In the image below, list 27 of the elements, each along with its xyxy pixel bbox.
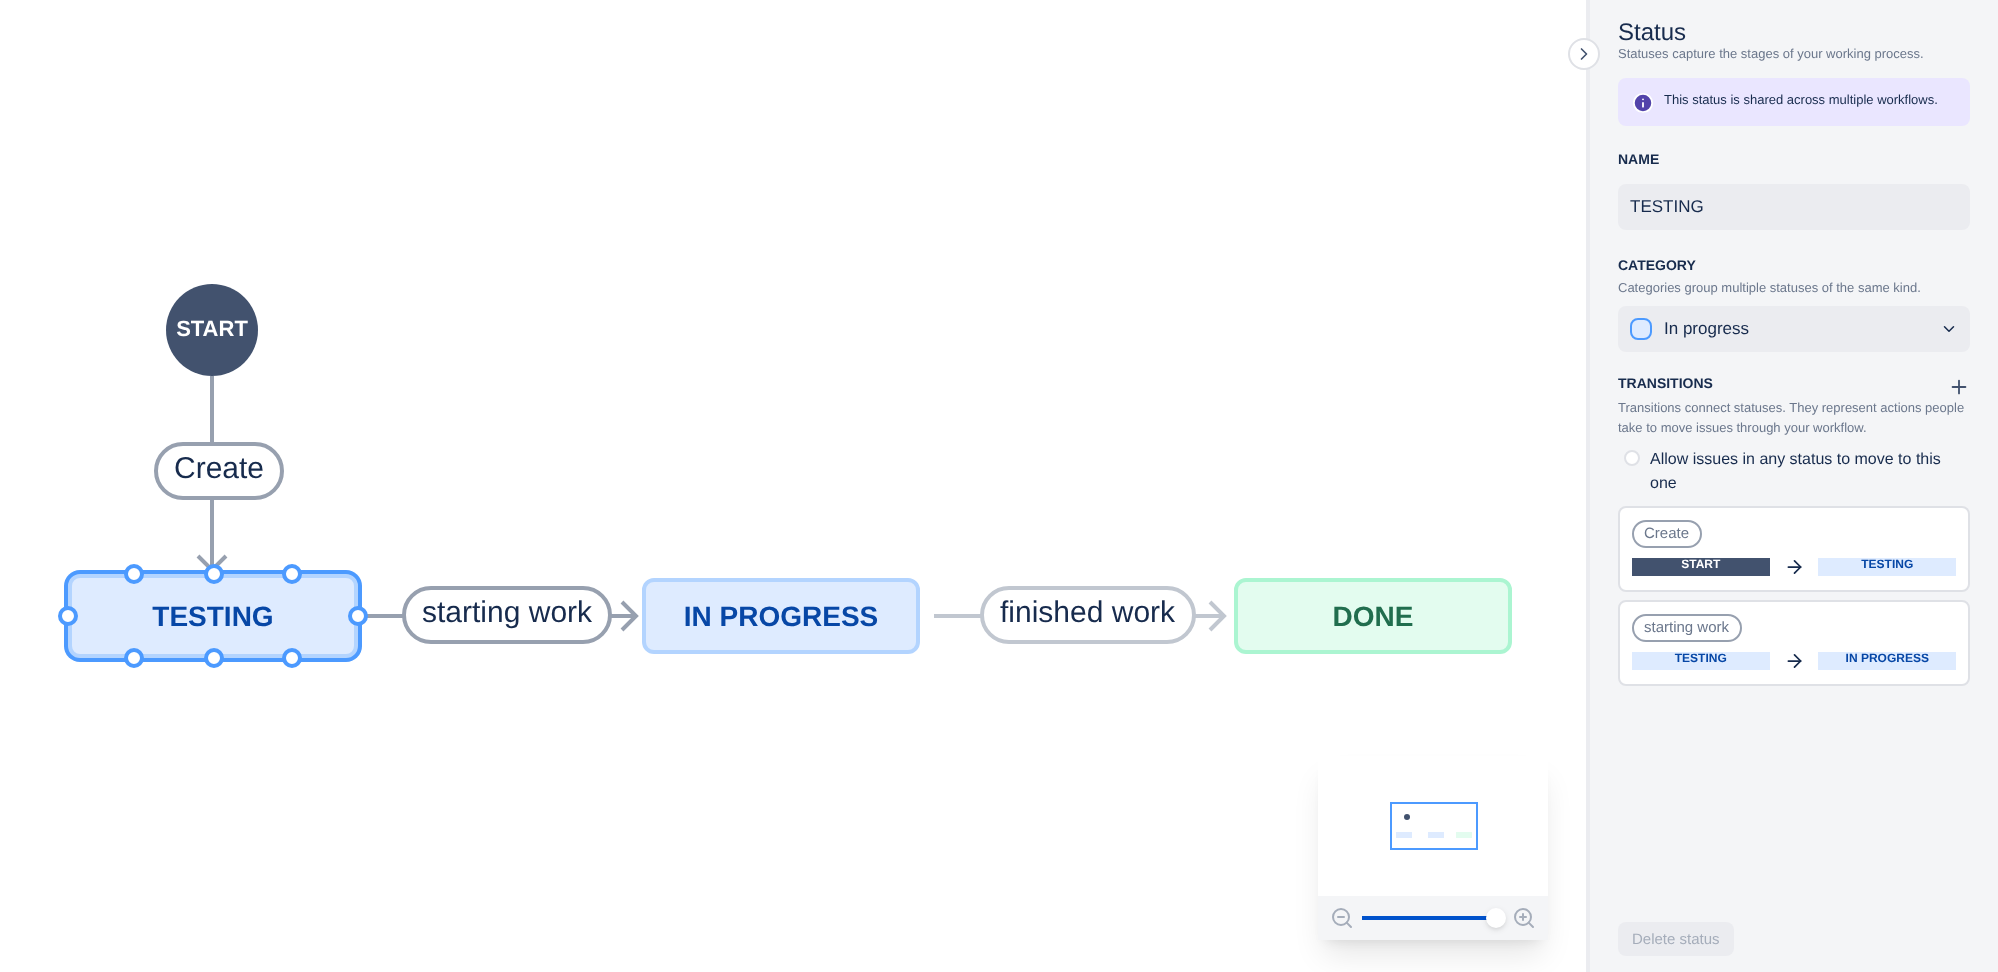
status-node[interactable]: TESTING xyxy=(68,574,358,658)
status-node[interactable]: DONE xyxy=(1234,578,1512,654)
status-node[interactable]: IN PROGRESS xyxy=(642,578,920,654)
chevron-down-icon xyxy=(1940,320,1958,338)
start-node[interactable]: START xyxy=(166,284,258,376)
name-field[interactable]: TESTING xyxy=(1618,183,1970,229)
resize-handle[interactable] xyxy=(348,606,368,626)
zoom-slider[interactable] xyxy=(1362,908,1504,928)
category-swatch xyxy=(1630,318,1652,340)
collapse-panel-button[interactable] xyxy=(1568,38,1600,70)
resize-handle[interactable] xyxy=(124,564,145,584)
arrow-right-icon xyxy=(1783,650,1805,672)
category-select[interactable]: In progress xyxy=(1618,306,1970,352)
panel-title: Status xyxy=(1618,18,1689,46)
checkbox[interactable] xyxy=(1624,450,1640,466)
info-icon xyxy=(1632,91,1654,113)
transition-label[interactable]: starting work xyxy=(402,586,613,644)
zoom-out-icon[interactable] xyxy=(1330,906,1354,930)
add-icon[interactable] xyxy=(1948,376,1970,398)
transition-label[interactable]: Create xyxy=(154,442,285,500)
minimap-viewport[interactable] xyxy=(1389,802,1477,850)
resize-handle[interactable] xyxy=(124,648,145,668)
transition-label[interactable]: finished work xyxy=(980,586,1196,644)
arrow-right-icon xyxy=(1783,556,1805,578)
checkbox-label: Allow issues in any status to move to this one xyxy=(1650,448,1943,496)
zoom-in-icon[interactable] xyxy=(1512,906,1536,930)
resize-handle[interactable] xyxy=(58,606,78,626)
